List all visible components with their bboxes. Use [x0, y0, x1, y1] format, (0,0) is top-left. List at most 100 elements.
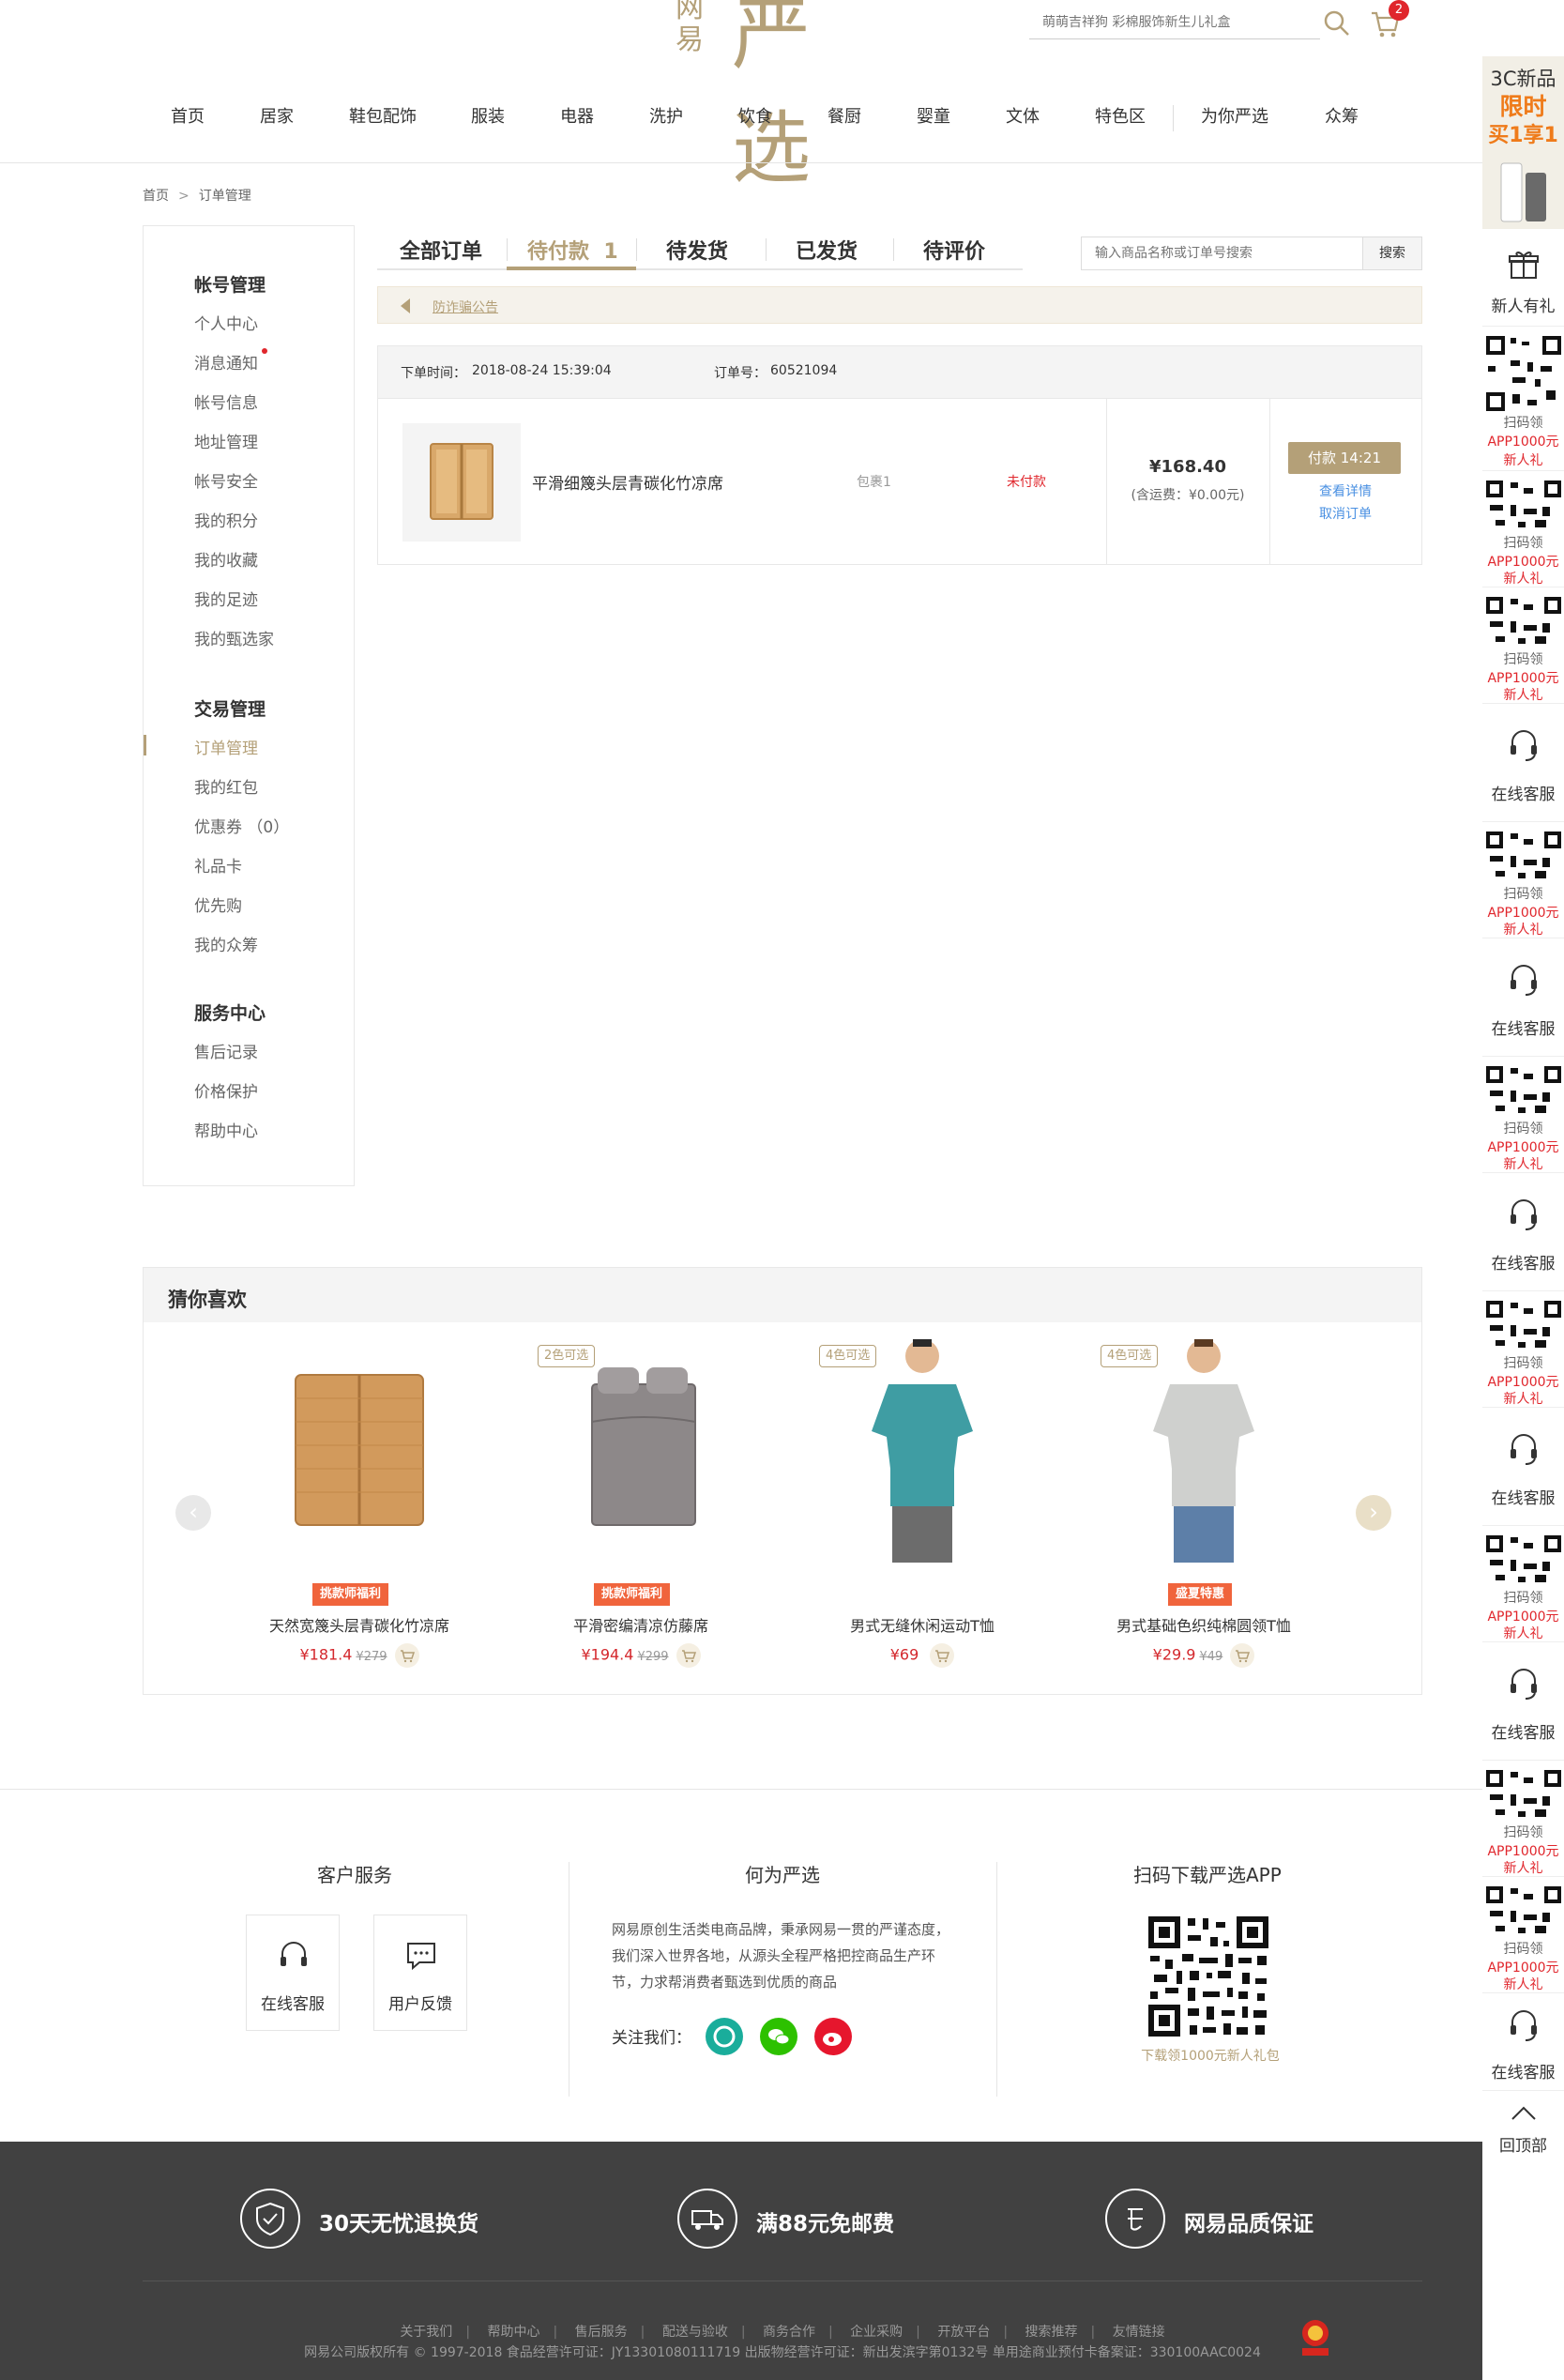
nav-item-electronics[interactable]: 电器 [560, 103, 594, 128]
feedback-button[interactable]: 用户反馈 [373, 1915, 467, 2031]
headset-icon [1511, 1199, 1537, 1230]
sidebar-item-gift-cards[interactable]: 礼品卡 [194, 853, 242, 877]
sidebar-item-crowdfund[interactable]: 我的众筹 [194, 932, 258, 955]
footer-link-about[interactable]: 关于我们 [400, 2325, 452, 2340]
sidebar-item-price-protect[interactable]: 价格保护 [194, 1078, 258, 1102]
footer-link-help[interactable]: 帮助中心 [487, 2325, 539, 2340]
rail-qr-code [1484, 1064, 1563, 1117]
tab-pending-shipment[interactable]: 待发货 [666, 235, 728, 272]
footer-link-delivery[interactable]: 配送与验收 [662, 2325, 728, 2340]
cancel-order-link[interactable]: 取消订单 [1269, 504, 1421, 523]
sidebar-item-points[interactable]: 我的积分 [194, 508, 258, 531]
order-search-button[interactable]: 搜索 [1362, 236, 1422, 270]
sidebar-item-help[interactable]: 帮助中心 [194, 1118, 258, 1141]
add-to-cart-icon[interactable] [1230, 1643, 1255, 1668]
footer-link-after-sale[interactable]: 售后服务 [575, 2325, 628, 2340]
rail-online-service[interactable]: 在线客服 [1482, 704, 1564, 822]
sidebar-item-address[interactable]: 地址管理 [194, 429, 258, 452]
product-card[interactable]: 挑款师福利 天然宽篾头层青碳化竹凉席 ¥181.4 ¥279 [219, 1328, 500, 1685]
product-card[interactable]: 4色可选 盛夏特惠 男式基础色织纯棉圆领T恤 ¥29.9 ¥49 [1063, 1328, 1344, 1685]
nav-item-home-living[interactable]: 居家 [260, 103, 294, 128]
sidebar-item-selector[interactable]: 我的甄选家 [194, 626, 274, 649]
product-name[interactable]: 平滑细篾头层青碳化竹凉席 [532, 470, 723, 494]
tab-pending-payment-count: 1 [603, 240, 618, 264]
back-to-top-button[interactable]: 回顶部 [1482, 2091, 1564, 2162]
sidebar-item-personal-center[interactable]: 个人中心 [194, 311, 258, 334]
rail-qr[interactable]: 扫码领 APP1000元 新人礼 [1482, 1291, 1564, 1408]
rail-qr[interactable]: 扫码领 APP1000元 新人礼 [1482, 822, 1564, 938]
tab-all-orders[interactable]: 全部订单 [400, 235, 482, 272]
rail-qr-code [1484, 1299, 1563, 1351]
header-divider [0, 162, 1482, 163]
yixin-icon[interactable] [706, 2018, 743, 2055]
rail-online-service[interactable]: 在线客服 [1482, 1642, 1564, 1761]
logo[interactable]: 网易 严选 [676, 0, 891, 194]
product-card[interactable]: 4色可选 男式无缝休闲运动T恤 ¥69 [782, 1328, 1063, 1685]
order-time-label: 下单时间： [401, 366, 466, 381]
view-detail-link[interactable]: 查看详情 [1269, 481, 1421, 500]
breadcrumb-home[interactable]: 首页 [143, 189, 169, 204]
sidebar-item-priority[interactable]: 优先购 [194, 892, 242, 916]
nav-item-kitchen[interactable]: 餐厨 [828, 103, 861, 128]
sidebar-item-after-sale[interactable]: 售后记录 [194, 1039, 258, 1062]
carousel-next-button[interactable]: › [1356, 1495, 1391, 1531]
online-service-button[interactable]: 在线客服 [246, 1915, 340, 2031]
pay-button[interactable]: 付款 14:21 [1288, 442, 1401, 474]
sidebar-item-security[interactable]: 帐号安全 [194, 468, 258, 492]
rail-qr-label1: 扫码领 [1503, 416, 1543, 431]
rail-qr[interactable]: 扫码领 APP1000元 新人礼 [1482, 1057, 1564, 1173]
rail-qr[interactable]: 扫码领 APP1000元 新人礼 [1482, 1526, 1564, 1642]
rail-qr[interactable]: 扫码领 APP1000元 新人礼 [1482, 327, 1564, 471]
nav-item-baby[interactable]: 婴童 [917, 103, 950, 128]
sidebar-item-red-packets[interactable]: 我的红包 [194, 774, 258, 798]
site-search-input[interactable] [1029, 8, 1283, 38]
anti-fraud-notice-link[interactable]: 防诈骗公告 [433, 298, 498, 316]
add-to-cart-icon[interactable] [394, 1643, 419, 1668]
sidebar-item-coupons[interactable]: 优惠券 （0） [194, 814, 289, 837]
product-image[interactable] [402, 423, 521, 542]
rail-online-service[interactable]: 在线客服 [1482, 938, 1564, 1057]
add-to-cart-icon[interactable] [676, 1643, 701, 1668]
tabs-baseline [377, 268, 1023, 270]
nav-item-crowdfund[interactable]: 众筹 [1325, 103, 1359, 128]
weibo-icon[interactable] [814, 2018, 852, 2055]
nav-item-for-you[interactable]: 为你严选 [1201, 103, 1268, 128]
order-search-input[interactable] [1082, 237, 1363, 269]
rail-online-service[interactable]: 在线客服 [1482, 1173, 1564, 1291]
footer-link-open-platform[interactable]: 开放平台 [937, 2325, 990, 2340]
rail-qr[interactable]: 扫码领 APP1000元 新人礼 [1482, 1877, 1564, 1993]
rail-qr[interactable]: 扫码领 APP1000元 新人礼 [1482, 1761, 1564, 1877]
add-to-cart-icon[interactable] [930, 1643, 955, 1668]
sidebar-item-messages[interactable]: 消息通知 [194, 350, 258, 374]
nav-item-home[interactable]: 首页 [171, 103, 205, 128]
footer-link-enterprise[interactable]: 企业采购 [850, 2325, 903, 2340]
footer-link-business[interactable]: 商务合作 [763, 2325, 815, 2340]
tab-pending-review[interactable]: 待评价 [923, 235, 985, 272]
nav-item-clothing[interactable]: 服装 [471, 103, 505, 128]
rail-qr[interactable]: 扫码领 APP1000元 新人礼 [1482, 587, 1564, 704]
search-icon[interactable] [1323, 9, 1351, 38]
nav-item-care[interactable]: 洗护 [649, 103, 683, 128]
sidebar-item-history[interactable]: 我的足迹 [194, 587, 258, 610]
footer-link-friends[interactable]: 友情链接 [1113, 2325, 1165, 2340]
rail-qr[interactable]: 扫码领 APP1000元 新人礼 [1482, 471, 1564, 587]
nav-item-bags[interactable]: 鞋包配饰 [349, 103, 417, 128]
gov-badge-icon[interactable] [1297, 2316, 1334, 2357]
column-divider [1106, 399, 1107, 564]
rail-online-service[interactable]: 在线客服 [1482, 1993, 1564, 2091]
nav-item-specialty[interactable]: 特色区 [1095, 103, 1146, 128]
rail-service-label: 在线客服 [1491, 1724, 1556, 1743]
sidebar-item-favorites[interactable]: 我的收藏 [194, 547, 258, 571]
rail-online-service[interactable]: 在线客服 [1482, 1408, 1564, 1526]
rail-gift[interactable]: 新人有礼 [1482, 231, 1564, 327]
sidebar-item-account-info[interactable]: 帐号信息 [194, 389, 258, 413]
nav-item-food[interactable]: 饮食 [738, 103, 772, 128]
sidebar-item-orders[interactable]: 订单管理 [194, 735, 258, 758]
product-card[interactable]: 2色可选 挑款师福利 平滑密编清凉仿藤席 ¥194.4 ¥299 [500, 1328, 782, 1685]
tab-shipped[interactable]: 已发货 [796, 235, 858, 272]
rail-promo-banner[interactable]: 3C新品 限时 买1享1 [1482, 56, 1564, 229]
nav-item-sports[interactable]: 文体 [1006, 103, 1040, 128]
wechat-icon[interactable] [760, 2018, 797, 2055]
carousel-prev-button[interactable]: ‹ [175, 1495, 211, 1531]
footer-link-search[interactable]: 搜索推荐 [1025, 2325, 1078, 2340]
